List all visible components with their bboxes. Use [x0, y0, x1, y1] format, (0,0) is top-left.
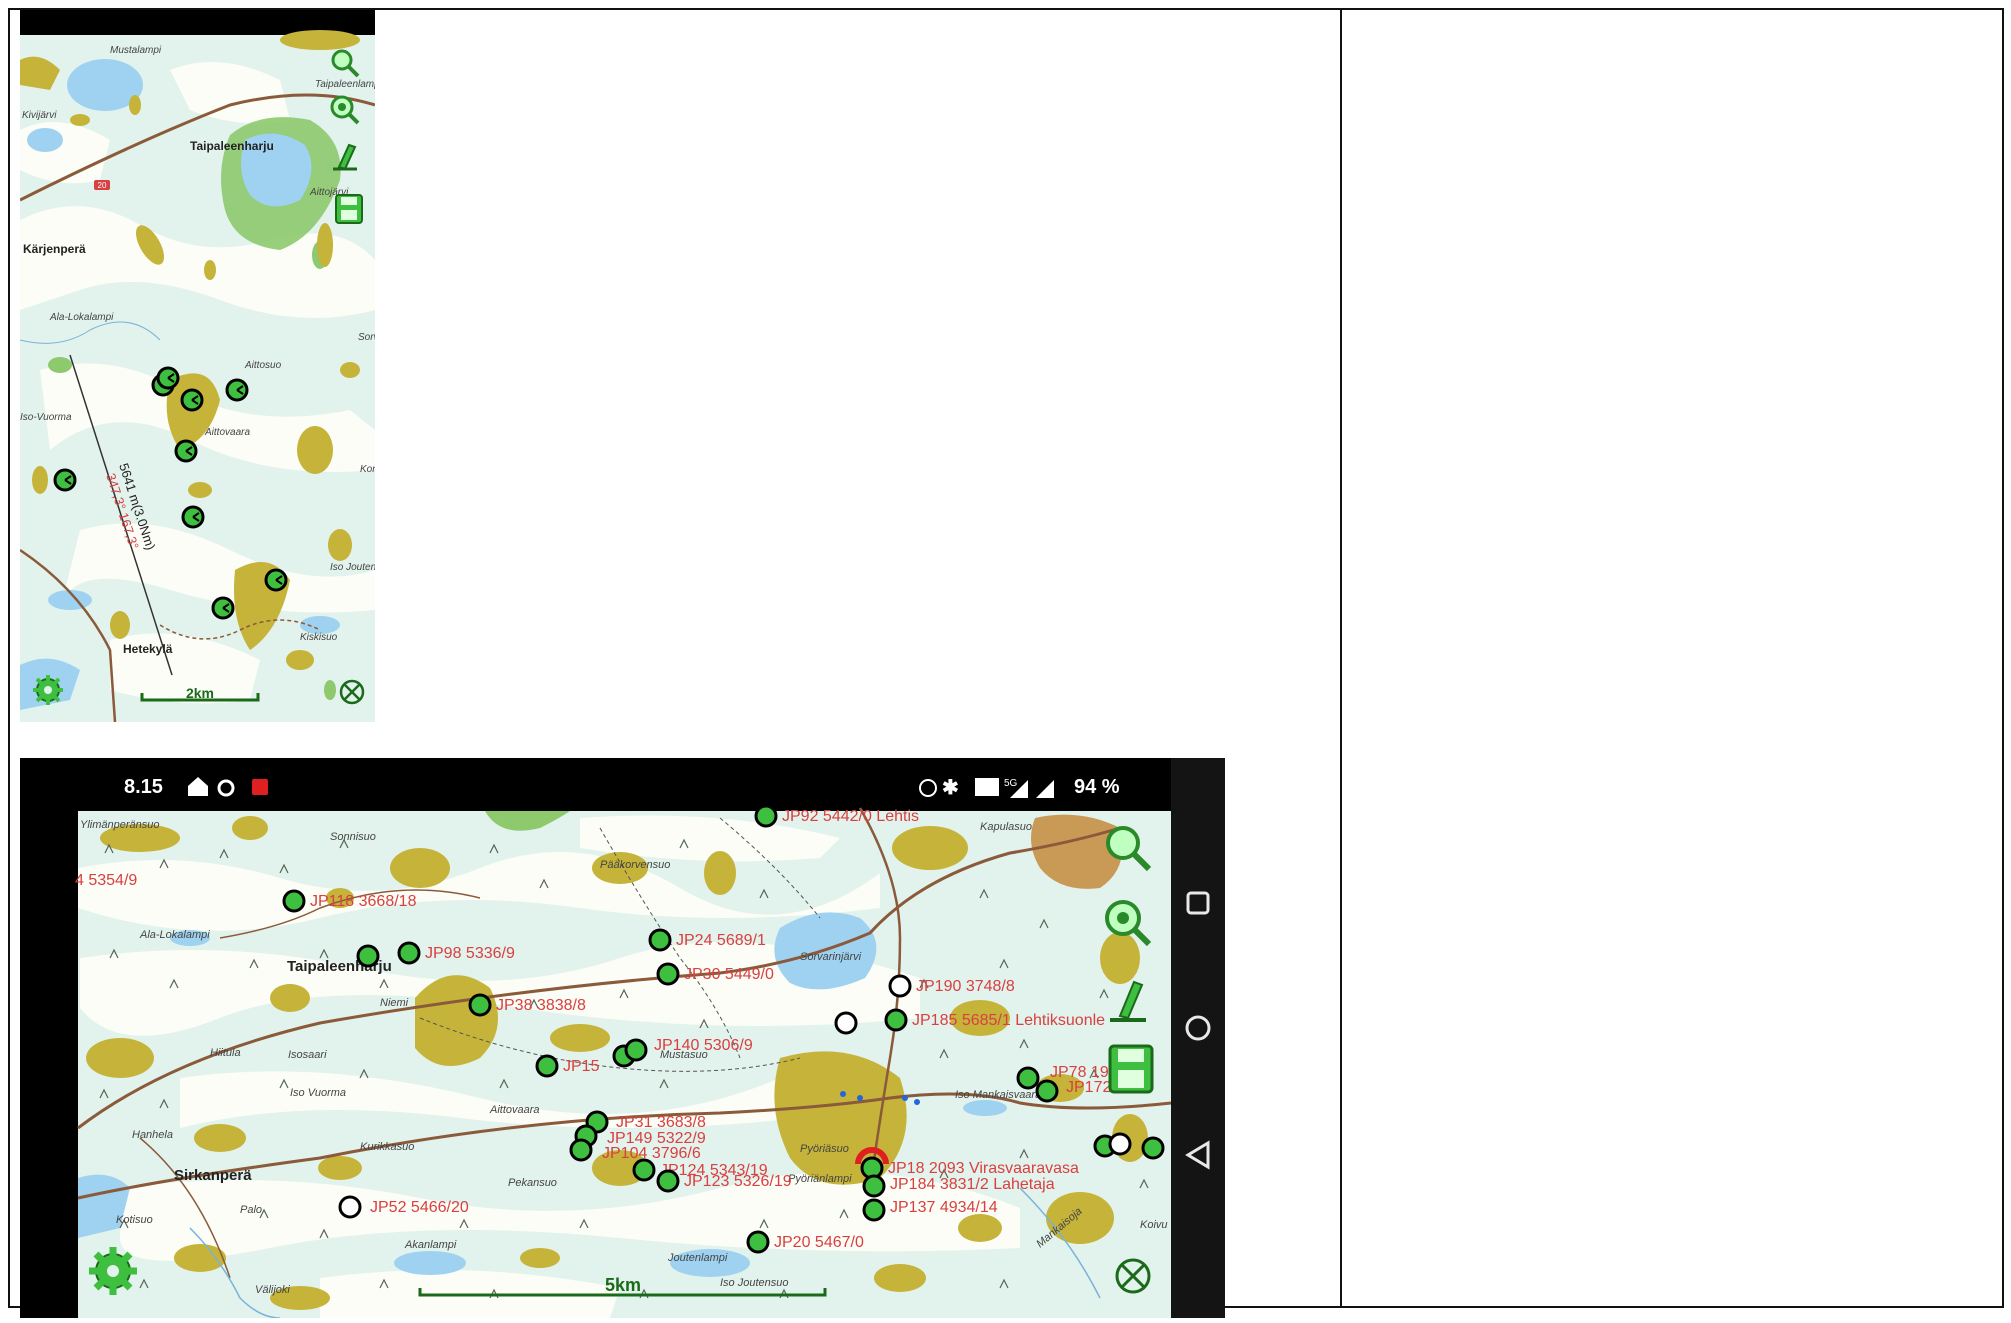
settings-icon[interactable] [89, 1247, 137, 1295]
svg-text:JP123 5326/19: JP123 5326/19 [684, 1173, 792, 1190]
svg-text:JP185 5685/1 Lehtiksuonle: JP185 5685/1 Lehtiksuonle [912, 1012, 1105, 1029]
place-label: Taipaleenlampi [315, 79, 375, 90]
svg-text:JP190 3748/8: JP190 3748/8 [916, 978, 1015, 995]
place-label: Ala-Lokalampi [139, 929, 210, 941]
place-label: Koivu [1140, 1219, 1168, 1231]
road-number: 20 [98, 181, 107, 190]
svg-text:JP30 5449/0: JP30 5449/0 [684, 966, 774, 983]
map-marker[interactable]: JP15 [535, 1054, 600, 1078]
place-label: Sorvarinjärvi [800, 951, 862, 963]
place-label: Akanlampi [404, 1239, 457, 1251]
place-label: Sirkanperä [174, 1167, 252, 1184]
save-icon[interactable] [1108, 1044, 1154, 1094]
svg-text:JP15: JP15 [563, 1058, 600, 1075]
svg-text:JP92 5442/0 Lehtis: JP92 5442/0 Lehtis [782, 808, 919, 825]
place-label: Aittovaara [489, 1104, 540, 1116]
place-label: Iso Joutensuo [720, 1277, 789, 1289]
place-label: Kivijärvi [22, 110, 57, 121]
place-label: Pyöriäsuo [800, 1143, 849, 1155]
place-label: Iso Vuorma [290, 1087, 346, 1099]
map-marker[interactable] [53, 468, 77, 492]
place-label: Joutenlampi [667, 1252, 728, 1264]
place-label: Sonnisuo [330, 831, 376, 843]
scale-label: 2km [186, 685, 214, 701]
place-label: Iso Mankaisvaara [955, 1089, 1041, 1101]
map-marker[interactable]: JP30 5449/0 [656, 962, 774, 986]
place-label: Ylimänperänsuo [80, 819, 160, 831]
place-label: Kiskisuo [300, 632, 338, 643]
place-label: Palo [240, 1204, 262, 1216]
map-marker[interactable]: JP24 5689/1 [648, 928, 766, 952]
svg-text:JP98 5336/9: JP98 5336/9 [425, 945, 515, 962]
settings-icon[interactable] [33, 675, 63, 705]
place-label: Niemi [380, 997, 409, 1009]
place-label: Kapulasuo [980, 821, 1032, 833]
place-label: Kotisuo [116, 1214, 153, 1226]
place-label: Mustalampi [110, 45, 162, 56]
svg-text:JP52 5466/20: JP52 5466/20 [370, 1199, 469, 1216]
column-divider [1340, 10, 1342, 1306]
phone-screenshot-top: 20 5641 m(3.0Nm) 347,3° 167,3° Mustalamp… [19, 10, 401, 723]
status-time: 8.15 [124, 776, 163, 798]
svg-text:JP184 3831/2 Lahetaja: JP184 3831/2 Lahetaja [890, 1176, 1055, 1193]
place-label: Iso-Vuorma [20, 412, 72, 423]
place-label: Kont [360, 464, 375, 475]
place-label: Aittosuo [244, 360, 282, 371]
place-label: Taipaleenharju [190, 139, 274, 153]
map-marker[interactable] [180, 388, 204, 412]
bluetooth-icon: ✱ [942, 777, 959, 799]
place-label: Aittovaara [204, 427, 250, 438]
place-label: Kärjenperä [23, 242, 86, 256]
app-status-icon [252, 779, 268, 795]
svg-text:JP31 3683/8: JP31 3683/8 [616, 1114, 706, 1131]
save-icon[interactable] [335, 194, 363, 224]
map-marker[interactable]: JP20 5467/0 [746, 1230, 864, 1254]
map-marker[interactable] [211, 596, 235, 620]
place-label: Iso Joutenlampi [330, 562, 375, 573]
place-label: Kurikkasuo [360, 1141, 414, 1153]
battery-percent: 94 % [1074, 776, 1120, 798]
svg-text:JP140 5306/9: JP140 5306/9 [654, 1037, 753, 1054]
svg-text:JP118 3668/18: JP118 3668/18 [310, 893, 417, 910]
place-label: Pyöriänlampi [788, 1173, 852, 1185]
place-label: Isosaari [288, 1049, 327, 1061]
map-marker[interactable] [225, 378, 249, 402]
svg-text:JP18 2093 Virasvaaravasa: JP18 2093 Virasvaaravasa [888, 1160, 1079, 1177]
place-label: Ala-Lokalampi [49, 312, 114, 323]
network-type-icon [975, 778, 999, 796]
network-label: 5G [1004, 778, 1018, 789]
map-marker[interactable]: JP38 3838/8 [468, 993, 586, 1017]
map-marker[interactable] [181, 505, 205, 529]
phone-screenshot-bottom: 8.15 ✱ 5G 94 % Ylimänperänsuo Sonnisuo P… [20, 758, 1225, 1319]
scale-label: 5km [605, 1275, 641, 1295]
map-view-bottom[interactable]: 8.15 ✱ 5G 94 % Ylimänperänsuo Sonnisuo P… [20, 758, 1225, 1319]
map-marker[interactable] [264, 568, 288, 592]
map-marker[interactable]: JP190 3748/8 [888, 974, 1015, 998]
place-label: Hetekylä [123, 642, 173, 656]
map-marker[interactable] [174, 439, 198, 463]
place-label: Hanhela [132, 1129, 173, 1141]
place-label: Sorv [358, 332, 375, 343]
svg-text:JP24 5689/1: JP24 5689/1 [676, 932, 766, 949]
marker-label: 4 5354/9 [75, 872, 137, 889]
place-label: Pekansuo [508, 1177, 557, 1189]
document-table: 20 5641 m(3.0Nm) 347,3° 167,3° Mustalamp… [8, 8, 2004, 1319]
map-marker[interactable] [156, 366, 180, 390]
place-label: Välijoki [255, 1284, 290, 1296]
svg-text:JP38 3838/8: JP38 3838/8 [496, 997, 586, 1014]
map-view-top[interactable]: 20 5641 m(3.0Nm) 347,3° 167,3° Mustalamp… [19, 10, 401, 723]
map-marker[interactable]: JP31 3683/8 [585, 1110, 706, 1134]
svg-text:JP137 4934/14: JP137 4934/14 [890, 1199, 998, 1216]
svg-text:JP104 3796/6: JP104 3796/6 [602, 1145, 701, 1162]
svg-text:JP20 5467/0: JP20 5467/0 [774, 1234, 864, 1251]
place-label: Pääkorvensuo [600, 859, 670, 871]
place-label: Hiitula [210, 1047, 241, 1059]
